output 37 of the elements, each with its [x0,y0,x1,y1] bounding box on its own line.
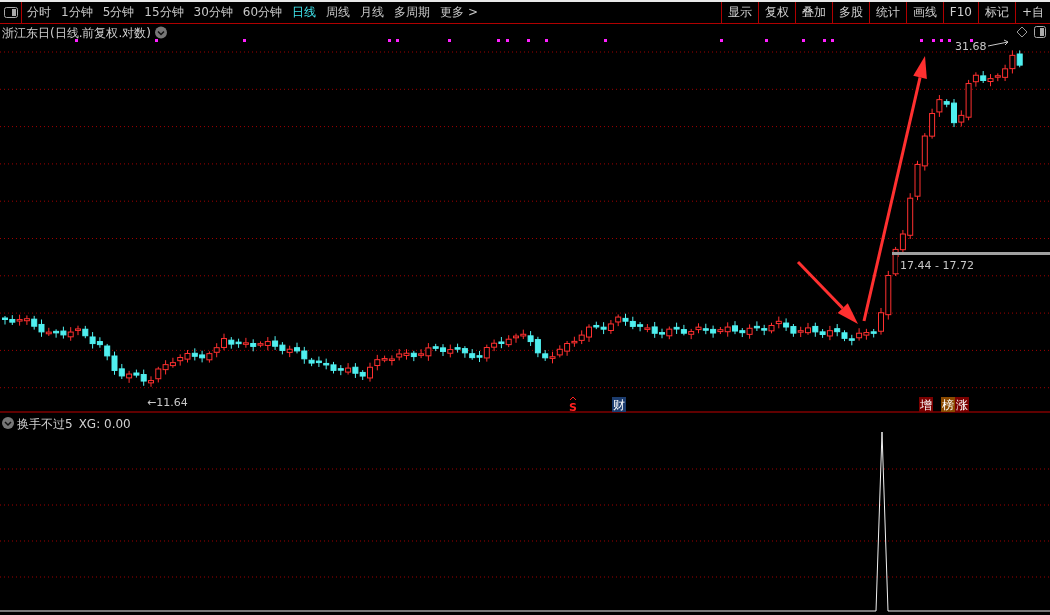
period-tab[interactable]: 15分钟 [139,2,189,23]
toolbar-button[interactable]: 多股 [831,2,869,23]
indicator-reading: XG: 0.00 [78,417,131,431]
event-tag[interactable]: 涨 [955,397,969,412]
price-range-label: 17.44 - 17.72 [900,259,974,272]
event-tag[interactable]: 增 [919,397,933,412]
low-price-label: ←11.64 [147,396,188,409]
period-tab[interactable]: 周线 [321,2,356,23]
period-tab[interactable]: 5分钟 [97,2,140,23]
toolbar-button[interactable]: 画线 [905,2,943,23]
period-tab[interactable]: 多周期 [389,2,436,23]
toolbar-button[interactable]: +自 [1014,2,1050,23]
period-tab[interactable]: 月线 [355,2,390,23]
annotation-arrow [796,260,858,324]
panel-toggle-icon[interactable] [1034,26,1046,38]
toolbar-button[interactable]: 叠加 [794,2,832,23]
toolbar-button[interactable]: 标记 [977,2,1015,23]
sidebar-toggle-icon[interactable] [3,7,18,18]
leader-line [987,39,1009,47]
period-tab[interactable]: 30分钟 [188,2,238,23]
toolbar-button[interactable]: 复权 [757,2,795,23]
period-tab[interactable]: 日线 [287,2,322,23]
high-price-label: 31.68 [955,40,987,53]
toolbar-button[interactable]: F10 [942,2,978,23]
period-tab[interactable]: 分时 [22,2,56,23]
event-tag[interactable]: 榜 [941,397,955,412]
period-tab[interactable]: 更多 > [435,2,483,23]
chart-title: 浙江东日(日线.前复权.对数) [2,26,151,40]
event-tag[interactable]: 财 [612,397,626,412]
period-tab[interactable]: 1分钟 [56,2,98,23]
toolbar-button[interactable]: 显示 [720,2,758,23]
indicator-name: 换手不过5 [17,417,73,431]
diamond-icon[interactable] [1016,26,1028,38]
period-tab[interactable]: 60分钟 [237,2,288,23]
toolbar-button[interactable]: 统计 [868,2,906,23]
dropdown-icon[interactable] [155,26,167,39]
dropdown-icon[interactable] [2,417,14,429]
